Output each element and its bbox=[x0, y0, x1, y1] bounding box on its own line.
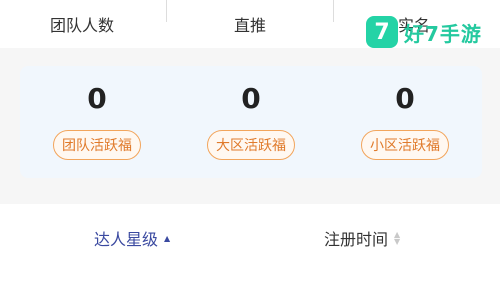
welfare-badge-small-zone[interactable]: 小区活跃福 bbox=[361, 130, 449, 160]
welfare-item-large-zone: 0 大区活跃福 bbox=[174, 66, 328, 178]
welfare-item-team: 0 团队活跃福 bbox=[20, 66, 174, 178]
stat-label-team-size: 团队人数 bbox=[50, 16, 115, 35]
watermark-logo: 7 好7手游 bbox=[366, 16, 482, 48]
sort-label: 注册时间 bbox=[324, 230, 389, 249]
watermark-text: 好7手游 bbox=[404, 21, 482, 46]
welfare-value: 0 bbox=[87, 82, 107, 115]
welfare-badge-team[interactable]: 团队活跃福 bbox=[53, 130, 141, 160]
sort-bar: 达人星级 ▲ 注册时间 ▲ ▼ bbox=[0, 204, 500, 281]
welfare-value: 0 bbox=[241, 82, 261, 115]
stat-label-direct: 直推 bbox=[234, 16, 267, 35]
sort-by-register-time[interactable]: 注册时间 ▲ ▼ bbox=[324, 226, 400, 250]
sort-asc-icon: ▲ bbox=[164, 233, 171, 243]
welfare-card: 0 团队活跃福 0 大区活跃福 0 小区活跃福 bbox=[20, 66, 482, 178]
divider bbox=[166, 0, 167, 22]
sort-label: 达人星级 bbox=[94, 230, 159, 249]
sort-by-star-level[interactable]: 达人星级 ▲ bbox=[94, 226, 170, 250]
welfare-value: 0 bbox=[395, 82, 415, 115]
welfare-item-small-zone: 0 小区活跃福 bbox=[328, 66, 482, 178]
sort-icon: ▲ ▼ bbox=[394, 230, 401, 246]
welfare-badge-large-zone[interactable]: 大区活跃福 bbox=[207, 130, 295, 160]
divider bbox=[333, 0, 334, 22]
logo-icon: 7 bbox=[366, 16, 398, 48]
